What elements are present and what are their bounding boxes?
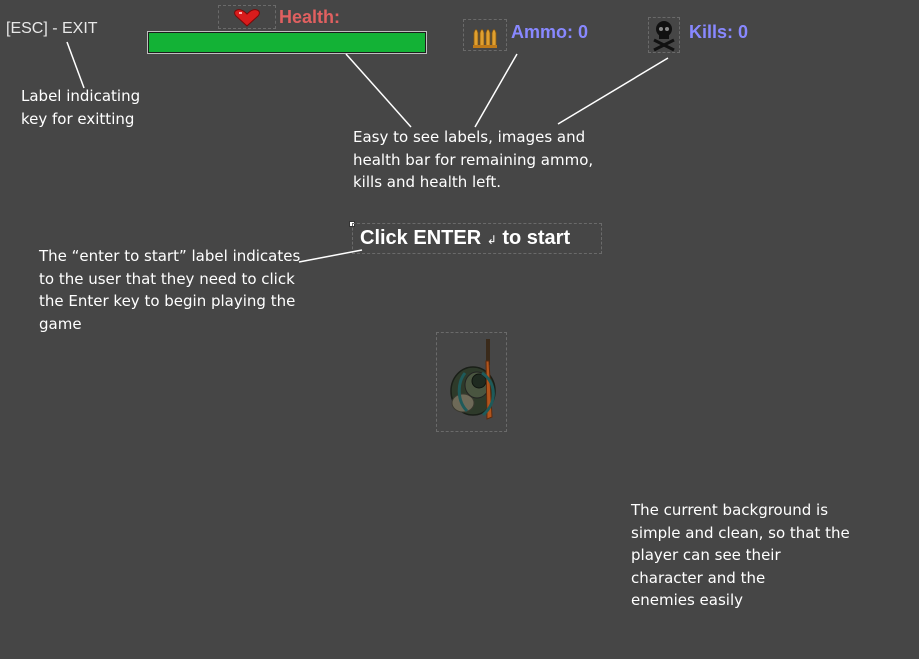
annotation-line: the Enter key to begin playing the bbox=[39, 292, 296, 310]
annotation-line: Label indicating bbox=[21, 87, 141, 105]
health-icon-frame bbox=[218, 5, 276, 29]
exit-key-label: [ESC] - EXIT bbox=[6, 20, 98, 37]
annotation-line: player can see their bbox=[631, 546, 781, 564]
kills-counter: Kills: 0 bbox=[689, 22, 749, 42]
annotation-line: The “enter to start” label indicates bbox=[39, 247, 301, 265]
annotation-line: game bbox=[39, 314, 82, 333]
annotation-line: to the user that they need to click bbox=[39, 269, 295, 288]
start-prompt-before: Click ENTER bbox=[360, 227, 482, 249]
annotation-line: Easy to see labels, images and bbox=[353, 128, 586, 146]
health-label: Health: bbox=[279, 7, 341, 27]
callout-line-kills bbox=[557, 57, 669, 125]
kills-icon-frame bbox=[648, 17, 680, 53]
player-soldier-sprite bbox=[450, 339, 496, 420]
annotation-line: enemies easily bbox=[631, 591, 744, 609]
callout-line-exit bbox=[66, 41, 85, 89]
annotation-line: simple and clean, so that the bbox=[631, 523, 850, 542]
bullets-icon bbox=[473, 29, 497, 48]
annotation-line: The current background is bbox=[631, 501, 829, 519]
skull-crossbones-icon bbox=[653, 21, 675, 52]
ammo-counter: Ammo: 0 bbox=[511, 22, 589, 42]
enter-key-icon: ↲ bbox=[486, 233, 497, 247]
annotation-exit: Label indicating key for exitting bbox=[21, 85, 140, 130]
annotation-background: The current background is simple and cle… bbox=[631, 499, 850, 612]
annotation-line: character and the bbox=[631, 568, 766, 587]
callout-line-ammo bbox=[474, 53, 518, 128]
annotation-line: kills and health left. bbox=[353, 173, 502, 191]
annotation-enter: The “enter to start” label indicates to … bbox=[39, 245, 300, 335]
start-prompt[interactable]: Click ENTER ↲ to start bbox=[352, 223, 602, 254]
heart-icon bbox=[234, 9, 260, 27]
ammo-icon-frame bbox=[463, 19, 507, 51]
health-bar bbox=[147, 31, 427, 54]
health-bar-fill bbox=[149, 33, 425, 52]
callout-line-health bbox=[345, 53, 412, 128]
player-frame bbox=[436, 332, 507, 432]
start-prompt-after: to start bbox=[502, 227, 571, 249]
annotation-hud: Easy to see labels, images and health ba… bbox=[353, 126, 593, 194]
annotation-line: health bar for remaining ammo, bbox=[353, 150, 594, 169]
annotation-line: key for exitting bbox=[21, 109, 135, 128]
